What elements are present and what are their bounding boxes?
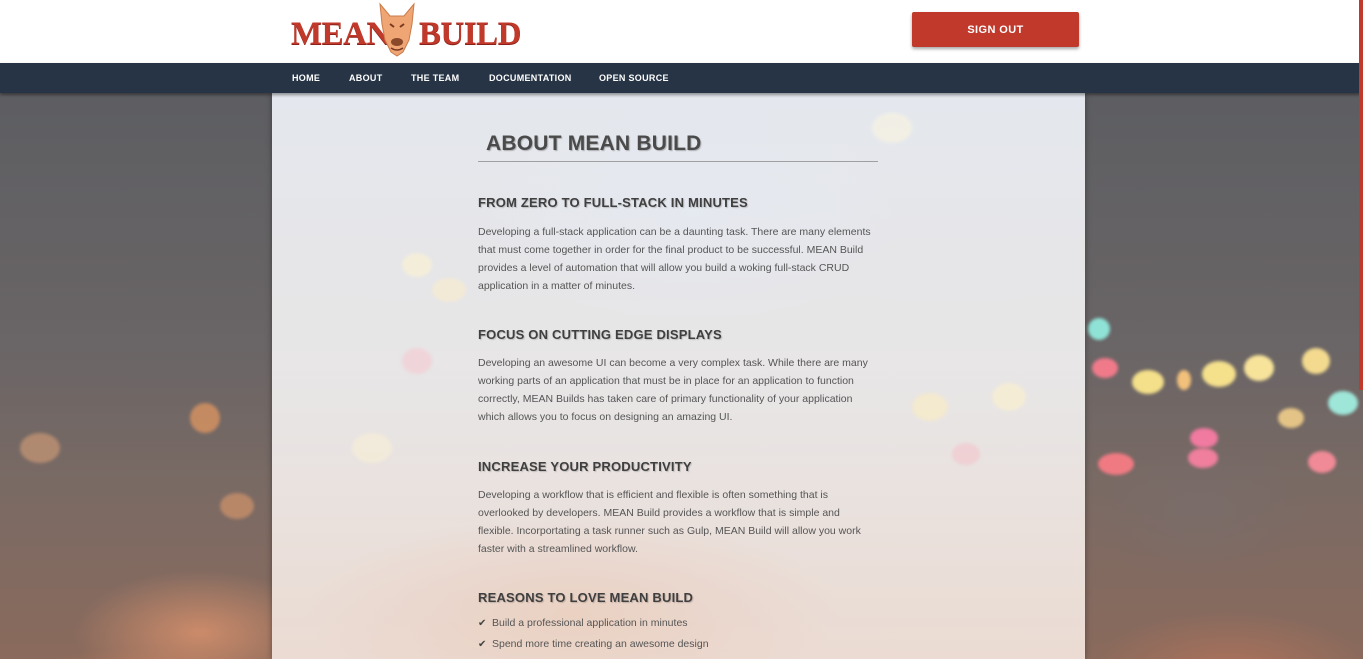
nav-item-the-team[interactable]: THE TEAM — [411, 63, 459, 93]
bokeh-light — [1177, 370, 1191, 390]
check-icon: ✔ — [478, 618, 487, 629]
page-title: ABOUT MEAN BUILD — [486, 132, 702, 155]
reason-text: Build a professional application in minu… — [492, 617, 688, 629]
bokeh-light — [1190, 428, 1218, 448]
bokeh-light — [1098, 453, 1134, 475]
section-heading: FOCUS ON CUTTING EDGE DISPLAYS — [478, 327, 722, 342]
content-panel: ABOUT MEAN BUILD FROM ZERO TO FULL-STACK… — [272, 93, 1085, 659]
bokeh-light — [992, 383, 1026, 411]
section-heading: REASONS TO LOVE MEAN BUILD — [478, 590, 694, 605]
list-item: ✔ Spend more time creating an awesome des… — [478, 634, 709, 655]
title-divider — [478, 161, 878, 162]
bokeh-light — [402, 253, 432, 277]
section-body: Developing an awesome UI can become a ve… — [478, 357, 868, 423]
bokeh-light — [1278, 408, 1304, 428]
reason-text: Spend more time creating an awesome desi… — [492, 638, 709, 650]
sign-out-button[interactable]: SIGN OUT — [912, 12, 1079, 47]
bokeh-light — [402, 348, 432, 374]
bokeh-light — [1302, 348, 1330, 374]
section-heading: FROM ZERO TO FULL-STACK IN MINUTES — [478, 195, 748, 210]
bokeh-light — [1092, 358, 1118, 378]
nav-item-open-source[interactable]: OPEN SOURCE — [599, 63, 669, 93]
bokeh-light — [1088, 318, 1110, 340]
nav-item-documentation[interactable]: DOCUMENTATION — [489, 63, 572, 93]
reasons-list: ✔ Build a professional application in min… — [478, 613, 709, 655]
nav-item-home[interactable]: HOME — [292, 63, 320, 93]
logo-text-mean: MEAN — [291, 16, 390, 52]
section-body: Developing a full-stack application can … — [478, 226, 871, 292]
bokeh-light — [912, 393, 948, 421]
site-header: MEAN BUILD SIGN OUT — [0, 0, 1363, 63]
bokeh-light — [1132, 370, 1164, 394]
bokeh-light — [352, 433, 392, 463]
bokeh-light — [190, 403, 220, 433]
bokeh-light — [952, 443, 980, 465]
dog-head-icon — [379, 2, 415, 57]
site-logo[interactable]: MEAN BUILD — [291, 2, 522, 60]
bokeh-light — [1202, 361, 1236, 387]
logo-text-build: BUILD — [419, 16, 522, 52]
section-heading: INCREASE YOUR PRODUCTIVITY — [478, 459, 692, 474]
bokeh-light — [1328, 391, 1358, 415]
nav-item-about[interactable]: ABOUT — [349, 63, 383, 93]
list-item: ✔ Build a professional application in min… — [478, 613, 709, 634]
bokeh-light — [220, 493, 254, 519]
bokeh-light — [872, 113, 912, 143]
main-nav: HOME ABOUT THE TEAM DOCUMENTATION OPEN S… — [0, 63, 1363, 93]
bokeh-light — [1244, 355, 1274, 381]
bokeh-light — [1308, 451, 1336, 473]
check-icon: ✔ — [478, 639, 487, 650]
section-body: Developing a workflow that is efficient … — [478, 489, 861, 555]
bokeh-light — [20, 433, 60, 463]
bokeh-light — [1188, 448, 1218, 468]
scrollbar[interactable] — [1359, 0, 1363, 390]
bokeh-light — [432, 278, 466, 302]
